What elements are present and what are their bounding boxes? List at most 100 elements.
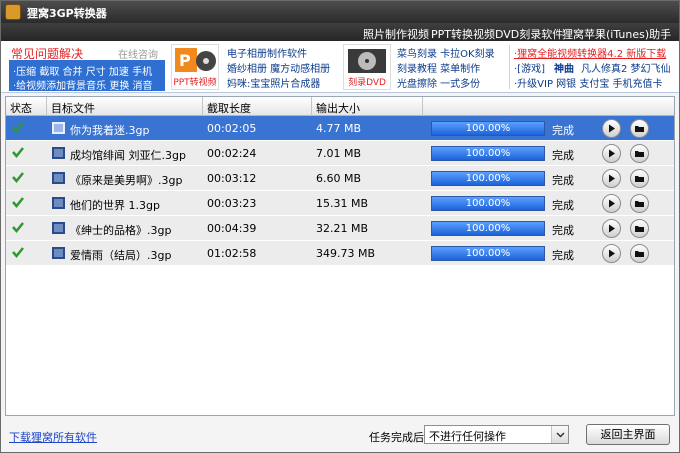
after-task-value: 不进行任何操作: [429, 430, 506, 443]
album-link-1[interactable]: 电子相册制作软件: [227, 45, 307, 60]
progress-text: 100.00%: [465, 173, 511, 184]
footer-bar: 下载狸窝所有软件 任务完成后: 不进行任何操作 返回主界面: [1, 419, 679, 452]
play-icon: [609, 249, 615, 258]
check-icon: [12, 247, 24, 258]
quick-links-line1[interactable]: ·压缩 截取 合并 尺寸 加速 手机: [13, 63, 152, 78]
album-link-3[interactable]: 妈咪:宝宝照片合成器: [227, 75, 320, 90]
folder-icon: [635, 151, 644, 157]
video-file-icon: [52, 147, 65, 159]
after-task-select[interactable]: 不进行任何操作: [424, 425, 569, 444]
play-icon: [609, 149, 615, 158]
table-header: 状态 目标文件 截取长度 输出大小: [6, 97, 674, 116]
play-button[interactable]: [602, 119, 621, 138]
check-icon: [12, 122, 24, 133]
converter-download-link[interactable]: ·狸窝全能视频转换器4.2 新版下载: [514, 45, 666, 60]
progress-text: 100.00%: [465, 248, 511, 259]
game-links[interactable]: 凡人修真2 梦幻飞仙: [581, 60, 671, 75]
play-icon: [609, 199, 615, 208]
menu-photo-video[interactable]: 照片制作视频: [363, 26, 429, 42]
status-text: 完成: [552, 124, 574, 137]
progress-bar: 100.00%: [431, 171, 545, 186]
clip-length: 00:03:12: [207, 172, 257, 185]
output-size: 4.77 MB: [316, 122, 362, 135]
dvd-logo[interactable]: 刻录DVD: [343, 44, 391, 90]
table-row[interactable]: 成均馆绯闻 刘亚仁.3gp 00:02:24 7.01 MB 100.00% 完…: [6, 141, 674, 166]
clip-length: 00:02:05: [207, 122, 257, 135]
col-divider[interactable]: [46, 97, 47, 116]
progress-bar: 100.00%: [431, 221, 545, 236]
dvd-link-2[interactable]: 刻录教程 菜单制作: [397, 60, 480, 75]
open-folder-button[interactable]: [630, 169, 649, 188]
table-row[interactable]: 《绅士的品格》.3gp 00:04:39 32.21 MB 100.00% 完成: [6, 216, 674, 241]
download-all-link[interactable]: 下载狸窝所有软件: [9, 429, 97, 445]
top-menu: 照片制作视频 PPT转换视频 DVD刻录软件 狸窝苹果(iTunes)助手: [1, 23, 679, 41]
open-folder-button[interactable]: [630, 119, 649, 138]
col-output-size[interactable]: 输出大小: [316, 100, 360, 116]
file-name: 爱情雨（结局）.3gp: [70, 249, 172, 262]
app-window: 狸窝3GP转换器 照片制作视频 PPT转换视频 DVD刻录软件 狸窝苹果(iTu…: [0, 0, 680, 453]
online-consult-link[interactable]: 在线咨询: [118, 46, 158, 61]
open-folder-button[interactable]: [630, 219, 649, 238]
vip-links[interactable]: ·升级VIP 网银 支付宝 手机充值卡: [514, 75, 663, 90]
chevron-down-icon[interactable]: [551, 426, 568, 443]
open-folder-button[interactable]: [630, 144, 649, 163]
col-divider[interactable]: [422, 97, 423, 116]
ad-banner: 常见问题解决 在线咨询 ·压缩 截取 合并 尺寸 加速 手机 ·给视频添加背景音…: [1, 41, 679, 93]
check-icon: [12, 147, 24, 158]
table-row[interactable]: 他们的世界 1.3gp 00:03:23 15.31 MB 100.00% 完成: [6, 191, 674, 216]
col-target-file[interactable]: 目标文件: [51, 100, 95, 116]
col-divider[interactable]: [311, 97, 312, 116]
task-table: 状态 目标文件 截取长度 输出大小 你为我着迷.3gp 00:02:05 4.7…: [5, 96, 675, 416]
video-file-icon: [52, 247, 65, 259]
video-file-icon: [52, 122, 65, 134]
dvd-link-1[interactable]: 菜鸟刻录 卡拉OK刻录: [397, 45, 495, 60]
file-name: 《绅士的品格》.3gp: [70, 224, 172, 237]
file-name: 你为我着迷.3gp: [70, 124, 150, 137]
output-size: 32.21 MB: [316, 222, 369, 235]
folder-icon: [635, 251, 644, 257]
check-icon: [12, 172, 24, 183]
progress-bar: 100.00%: [431, 196, 545, 211]
dvd-logo-caption: 刻录DVD: [348, 78, 386, 88]
table-row[interactable]: 爱情雨（结局）.3gp 01:02:58 349.73 MB 100.00% 完…: [6, 241, 674, 266]
game-link-shenqu[interactable]: 神曲: [554, 60, 574, 75]
back-to-main-button[interactable]: 返回主界面: [586, 424, 670, 445]
folder-icon: [635, 226, 644, 232]
menu-itunes-helper[interactable]: 狸窝苹果(iTunes)助手: [562, 26, 671, 42]
status-text: 完成: [552, 224, 574, 237]
menu-dvd-burn[interactable]: DVD刻录软件: [495, 26, 563, 42]
dvd-icon: [348, 49, 386, 73]
play-icon: [609, 224, 615, 233]
table-row[interactable]: 《原来是美男啊》.3gp 00:03:12 6.60 MB 100.00% 完成: [6, 166, 674, 191]
progress-text: 100.00%: [465, 148, 511, 159]
progress-text: 100.00%: [465, 123, 511, 134]
play-button[interactable]: [602, 194, 621, 213]
quick-links-line2[interactable]: ·给视频添加背景音乐 更换 消音: [13, 77, 153, 92]
progress-bar: 100.00%: [431, 121, 545, 136]
menu-ppt-video[interactable]: PPT转换视频: [431, 26, 495, 42]
play-button[interactable]: [602, 219, 621, 238]
album-link-2[interactable]: 婚纱相册 魔方动感相册: [227, 60, 330, 75]
status-text: 完成: [552, 174, 574, 187]
ppt-video-logo[interactable]: P PPT转视频: [171, 44, 219, 90]
check-icon: [12, 222, 24, 233]
open-folder-button[interactable]: [630, 194, 649, 213]
open-folder-button[interactable]: [630, 244, 649, 263]
col-status[interactable]: 状态: [10, 100, 32, 116]
quick-links-box: ·压缩 截取 合并 尺寸 加速 手机 ·给视频添加背景音乐 更换 消音: [9, 60, 165, 92]
progress-text: 100.00%: [465, 223, 511, 234]
output-size: 7.01 MB: [316, 147, 362, 160]
col-divider[interactable]: [202, 97, 203, 116]
dvd-link-3[interactable]: 光盘擦除 一式多份: [397, 75, 480, 90]
col-length[interactable]: 截取长度: [207, 100, 251, 116]
table-row[interactable]: 你为我着迷.3gp 00:02:05 4.77 MB 100.00% 完成: [6, 116, 674, 141]
play-button[interactable]: [602, 244, 621, 263]
status-text: 完成: [552, 199, 574, 212]
check-icon: [12, 197, 24, 208]
play-icon: [609, 124, 615, 133]
play-button[interactable]: [602, 144, 621, 163]
video-file-icon: [52, 172, 65, 184]
progress-bar: 100.00%: [431, 246, 545, 261]
play-button[interactable]: [602, 169, 621, 188]
ppt-logo-caption: PPT转视频: [173, 78, 217, 88]
